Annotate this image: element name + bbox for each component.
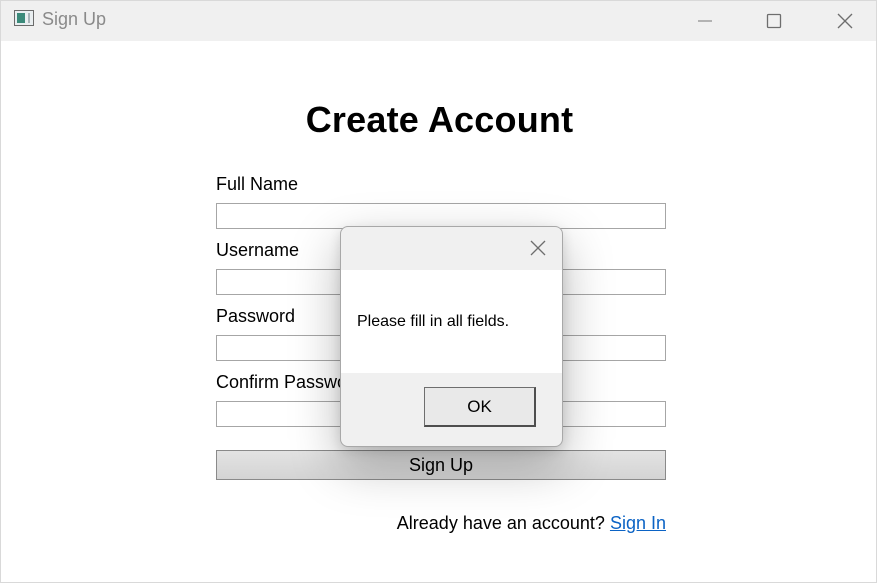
minimize-icon bbox=[698, 20, 712, 22]
dialog-body: Please fill in all fields. bbox=[341, 270, 562, 373]
close-button[interactable] bbox=[822, 1, 868, 41]
title-bar[interactable]: Sign Up bbox=[1, 1, 876, 41]
username-label: Username bbox=[216, 240, 300, 260]
full-name-label: Full Name bbox=[216, 174, 299, 194]
message-dialog: Please fill in all fields. OK bbox=[340, 226, 563, 447]
signin-prompt: Already have an account? bbox=[396, 513, 605, 533]
ok-button[interactable]: OK bbox=[424, 387, 536, 427]
sign-up-button[interactable]: Sign Up bbox=[216, 450, 666, 480]
page-title: Create Account bbox=[305, 99, 574, 140]
minimize-button[interactable] bbox=[682, 1, 728, 41]
signup-window: Sign Up Create Account Full Name Usernam… bbox=[0, 0, 877, 583]
close-icon bbox=[530, 240, 546, 256]
app-icon bbox=[14, 10, 34, 26]
password-label: Password bbox=[216, 306, 296, 326]
sign-in-link[interactable]: Sign In bbox=[610, 513, 666, 533]
maximize-icon bbox=[766, 13, 782, 29]
close-icon bbox=[837, 13, 853, 29]
dialog-close-button[interactable] bbox=[527, 237, 549, 259]
maximize-button[interactable] bbox=[751, 1, 797, 41]
signin-row: Already have an account? Sign In bbox=[216, 513, 666, 534]
dialog-message: Please fill in all fields. bbox=[357, 313, 510, 330]
window-title: Sign Up bbox=[42, 9, 107, 29]
